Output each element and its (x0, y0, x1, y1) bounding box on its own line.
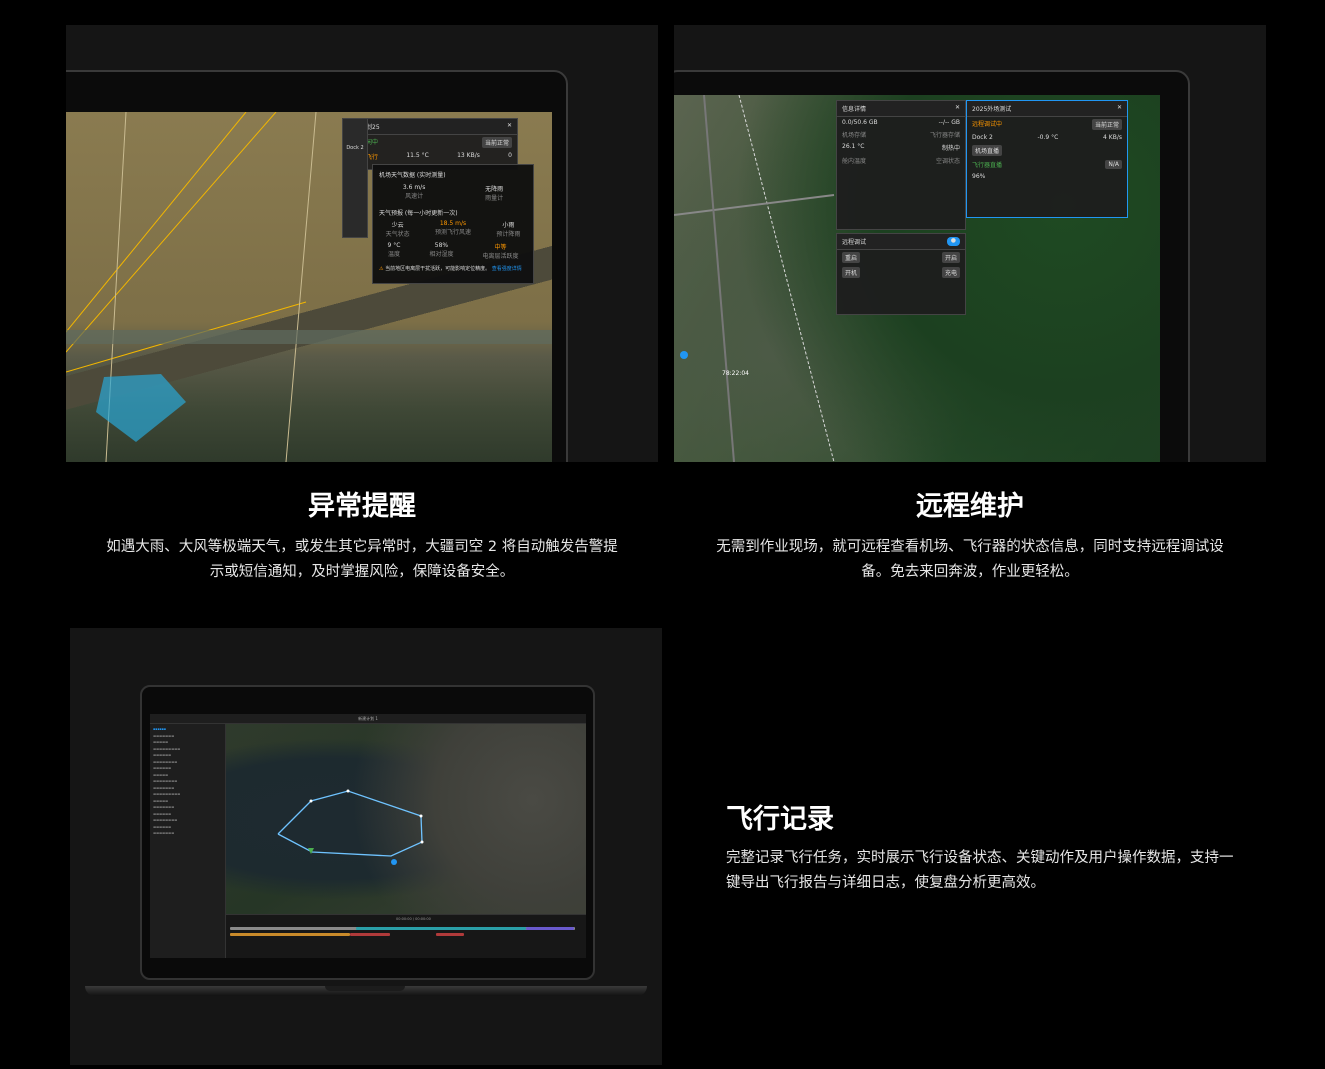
forecast-humidity-label: 相对湿度 (429, 251, 454, 258)
dock-temp: -0.9 °C (1037, 134, 1059, 141)
cabin-temp: 26.1 °C (842, 143, 865, 150)
open-button[interactable]: 开启 (941, 252, 960, 263)
info-panel: 信息详情 ✕ 0.0/50.6 GB --/-- GB 机场存储 飞行器存储 26.1… (836, 100, 966, 230)
dock-sidebar: Dock 2 (342, 118, 368, 238)
aircraft-storage-label: 飞行器存储 (929, 132, 960, 139)
section-desc-remote: 无需到作业现场，就可远程查看机场、飞行器的状态信息，同时支持远程调试设备。免去来… (716, 539, 1224, 580)
dock-storage-label: 机场存储 (842, 132, 867, 139)
charge-button[interactable]: 充电 (941, 267, 960, 278)
forecast-weather: 少云 (391, 222, 404, 229)
net-speed: 13 KB/s (457, 152, 480, 159)
remote-debug-title: 远程调试 (842, 239, 867, 246)
aircraft-storage: --/-- GB (938, 119, 960, 126)
dock-speed: 4 KB/s (1103, 134, 1122, 141)
remote-debug-panel: 远程调试 ● 重启 开启 开机 充电 (836, 233, 966, 315)
forecast-temp: 9 °C (387, 242, 401, 249)
status-ok: 当前正常 (481, 137, 512, 148)
dock-live-button[interactable]: 机场直播 (972, 145, 1003, 156)
forecast-wind: 18.5 m/s (439, 220, 467, 227)
battery-level: 96% (972, 173, 986, 180)
forecast-rain: 小雨 (502, 222, 515, 229)
dock-detail-panel: 2025外场测试 ✕ 远程调试中 当前正常 Dock 2 -0.9 °C 4 KB/s … (966, 100, 1128, 218)
dock-storage: 0.0/50.6 GB (842, 119, 878, 126)
power-on-button[interactable]: 开机 (842, 267, 861, 278)
laptop-notch (325, 986, 405, 991)
ui-sidebar: ▪▪▪▪▪▪ ▬▬▬▬▬▬▬ ▬▬▬▬▬ ▬▬▬▬▬▬▬▬▬ ▬▬▬▬▬▬ ▬▬▬▬▬… (150, 724, 226, 958)
ui-timeline: 00:00:00 / 00:00:00 (226, 914, 586, 958)
close-icon[interactable]: ✕ (955, 104, 960, 113)
forecast-temp-label: 温度 (387, 251, 400, 258)
timeline-segment (350, 933, 390, 936)
rain-label: 雨量计 (485, 195, 504, 202)
laptop-screen: 78:22:04 信息详情 ✕ 0.0/50.6 GB --/-- GB 机场存储飞… (674, 95, 1160, 462)
ac-status: 制热中 (941, 145, 960, 152)
weather-title: 机场天气数据 (实时测量) (379, 172, 446, 179)
warning-text: 当前地区电离层干扰活跃，可能影响定位精度。 (385, 266, 491, 272)
timeline-segment (230, 933, 350, 936)
dock-status: 远程调试中 (972, 121, 1003, 128)
timeline-time: 00:00:00 / 00:00:00 (396, 917, 431, 921)
section-title-remote: 远程维护 (916, 491, 1024, 522)
plan-name: 新建计划 1 (358, 715, 378, 721)
forecast-ionosphere-label: 电离层活跃度 (482, 253, 519, 260)
rain-value: 无降雨 (485, 186, 504, 193)
section-title-alert: 异常提醒 (308, 491, 416, 522)
dock-ok: 当前正常 (1091, 119, 1122, 130)
wind-label: 风速计 (405, 193, 424, 200)
aircraft-na: N/A (1105, 160, 1122, 169)
ac-status-label: 空调状态 (935, 158, 960, 165)
close-icon[interactable]: ✕ (507, 122, 512, 131)
wind-value: 3.6 m/s (402, 184, 426, 191)
weather-popup: 机场天气数据 (实时测量) 3.6 m/s 风速计 无降雨雨量计 天气预报 (每一… (372, 164, 534, 284)
timeline-segment (436, 933, 464, 936)
timeline-segment (356, 927, 526, 930)
forecast-weather-label: 天气状态 (385, 231, 410, 238)
section-title-flight-record: 飞行记录 (726, 804, 834, 835)
flight-record-card: 新建计划 1 ▪▪▪▪▪▪ ▬▬▬▬▬▬▬ ▬▬▬▬▬ ▬▬▬▬▬▬▬▬▬ ▬▬▬▬▬… (70, 628, 662, 1065)
info-title: 信息详情 (842, 106, 867, 113)
temperature: 11.5 °C (406, 152, 429, 159)
dock-panel: 新建计划25✕ 设备空闲中当前正常 不建议飞行11.5 °C13 KB/s0 (342, 118, 518, 170)
remote-screenshot-card: 78:22:04 信息详情 ✕ 0.0/50.6 GB --/-- GB 机场存储飞… (674, 25, 1266, 462)
section-desc-alert: 如遇大雨、大风等极端天气，或发生其它异常时，大疆司空 2 将自动触发告警提示或短… (106, 539, 618, 580)
timeline-segment (526, 927, 574, 930)
reboot-button[interactable]: 重启 (842, 252, 861, 263)
dock-label: Dock 2 (972, 134, 993, 141)
dock-name: 2025外场测试 (972, 106, 1012, 113)
close-icon[interactable]: ✕ (1117, 104, 1122, 113)
warning-link[interactable]: 查看强度详情 (492, 266, 522, 272)
cabin-temp-label: 舱内温度 (842, 158, 867, 165)
alert-screenshot-card: 新建计划25✕ 设备空闲中当前正常 不建议飞行11.5 °C13 KB/s0 D… (66, 25, 658, 462)
dock-label: Dock 2 (346, 145, 364, 151)
forecast-rain-label: 预计降雨 (496, 231, 521, 238)
remote-debug-toggle[interactable]: ● (946, 237, 960, 246)
flight-path (277, 789, 424, 865)
section-desc-flight-record: 完整记录飞行任务，实时展示飞行设备状态、关键动作及用户操作数据，支持一键导出飞行… (726, 850, 1234, 891)
ui-topbar: 新建计划 1 (150, 714, 586, 724)
forecast-ionosphere: 中等 (494, 244, 507, 251)
count: 0 (508, 152, 512, 159)
forecast-humidity: 58% (434, 242, 449, 249)
aircraft-label: 飞行器直播 (972, 162, 1003, 169)
forecast-wind-label: 预测飞行风速 (434, 229, 471, 236)
warning-icon: ⚠ (379, 266, 384, 272)
map-label: 78:22:04 (722, 370, 749, 377)
laptop-screen: 新建计划 1 ▪▪▪▪▪▪ ▬▬▬▬▬▬▬ ▬▬▬▬▬ ▬▬▬▬▬▬▬▬▬ ▬▬▬▬▬… (150, 714, 586, 958)
forecast-title: 天气预报 (每一小时更新一次) (379, 210, 458, 217)
laptop-screen: 新建计划25✕ 设备空闲中当前正常 不建议飞行11.5 °C13 KB/s0 D… (66, 112, 552, 462)
ui-map (226, 724, 586, 914)
